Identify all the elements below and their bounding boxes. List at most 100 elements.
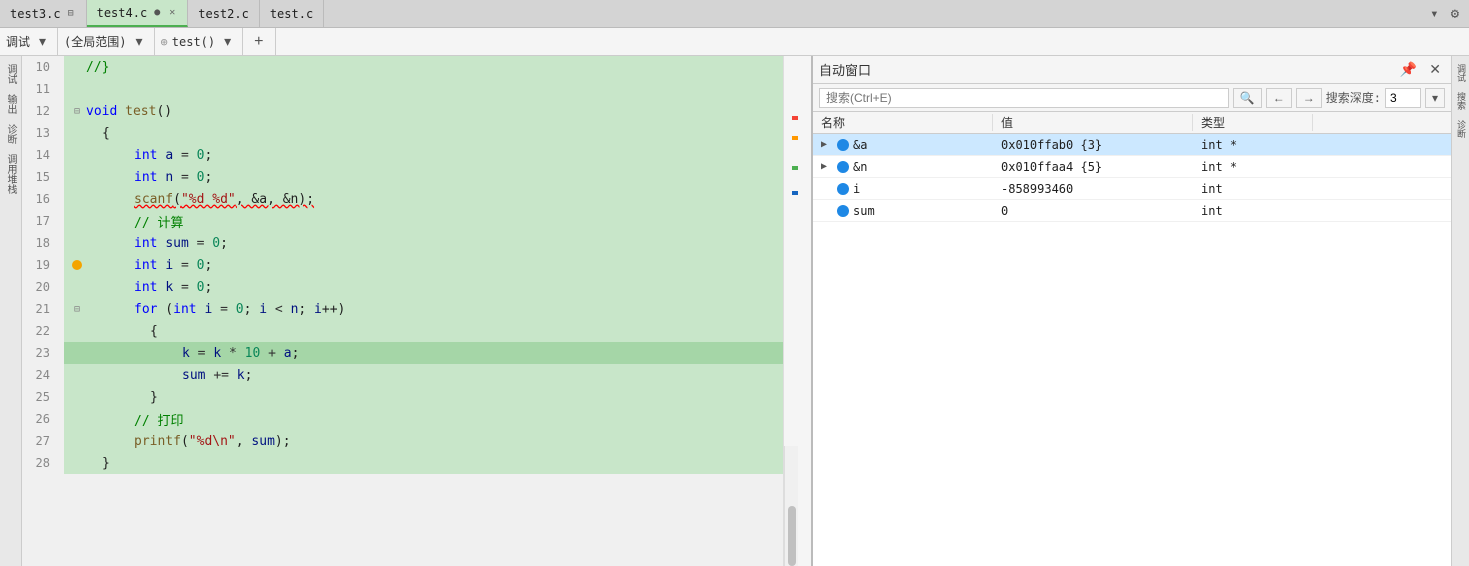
right-edge-icon-1[interactable]: 调试 xyxy=(1452,60,1469,86)
depth-dropdown-btn[interactable]: ▾ xyxy=(1425,88,1445,108)
tab-bar-actions: ▾ ⚙ xyxy=(1426,4,1469,24)
line-numbers: 10 11 12 13 14 15 16 17 18 19 20 21 22 2… xyxy=(22,56,64,566)
col-header-name: 名称 xyxy=(813,114,993,131)
minimap xyxy=(784,56,798,446)
line-num-21: 21 xyxy=(22,298,56,320)
mm-info xyxy=(792,166,798,170)
tab-bar: test3.c ⊟ test4.c ● ✕ test2.c test.c ▾ ⚙ xyxy=(0,0,1469,28)
line-num-17: 17 xyxy=(22,210,56,232)
watch-row-i[interactable]: ▶ i -858993460 int xyxy=(813,178,1451,200)
right-edge-icon-2[interactable]: 搜索 xyxy=(1452,88,1469,114)
code-line-10[interactable]: //} xyxy=(64,56,783,78)
code-line-20[interactable]: int k = 0; xyxy=(64,276,783,298)
watch-cell-sum-type: int xyxy=(1193,204,1313,218)
code-line-15[interactable]: int n = 0; xyxy=(64,166,783,188)
watch-row-sum[interactable]: ▶ sum 0 int xyxy=(813,200,1451,222)
func-label: test() xyxy=(172,35,215,49)
watch-cell-amp-n-type: int * xyxy=(1193,160,1313,174)
code-line-13[interactable]: { xyxy=(64,122,783,144)
watch-icon-i xyxy=(837,183,849,195)
watch-cell-sum-name: ▶ sum xyxy=(813,204,993,218)
scope-dropdown[interactable]: ▾ xyxy=(131,31,148,52)
code-line-25[interactable]: } xyxy=(64,386,783,408)
watch-cell-amp-a-name: ▶ &a xyxy=(813,138,993,152)
search-icon-btn[interactable]: 🔍 xyxy=(1233,88,1262,108)
main-area: 调试 输出 诊断 调用堆栈 10 11 12 13 14 15 16 17 18… xyxy=(0,56,1469,566)
sidebar-diag-icon[interactable]: 诊断 xyxy=(1,120,20,148)
code-line-22[interactable]: { xyxy=(64,320,783,342)
search-input[interactable] xyxy=(819,88,1229,108)
code-line-12[interactable]: ⊟ void test () xyxy=(64,100,783,122)
debug-section: 调试 ▾ xyxy=(0,28,58,55)
sidebar-output-icon[interactable]: 输出 xyxy=(1,90,20,118)
scope-label: (全局范围) xyxy=(64,33,126,50)
watch-cell-i-val: -858993460 xyxy=(993,182,1193,196)
watch-pin-btn[interactable]: 📌 xyxy=(1396,60,1421,79)
scroll-thumb[interactable] xyxy=(788,506,796,566)
scrollbar-area xyxy=(783,56,811,566)
line-num-22: 22 xyxy=(22,320,56,342)
tab-test3-label: test3.c xyxy=(10,7,61,21)
watch-cell-amp-n-name: ▶ &n xyxy=(813,160,993,174)
code-line-24[interactable]: sum += k; xyxy=(64,364,783,386)
debug-dropdown[interactable]: ▾ xyxy=(34,31,51,52)
watch-table-body: ▶ &a 0x010ffab0 {3} int * ▶ &n 0x010ffaa… xyxy=(813,134,1451,566)
watch-icon-amp-a xyxy=(837,139,849,151)
nav-forward-btn[interactable]: → xyxy=(1296,88,1322,108)
expand-arrow-amp-a[interactable]: ▶ xyxy=(821,139,833,150)
breakpoint-19 xyxy=(72,260,82,270)
expand-arrow-amp-n[interactable]: ▶ xyxy=(821,161,833,172)
tab-test4-close[interactable]: ✕ xyxy=(167,6,177,19)
code-content[interactable]: //} ⊟ void test () { xyxy=(64,56,783,566)
line-num-11: 11 xyxy=(22,78,56,100)
code-line-21[interactable]: ⊟ for (int i = 0; i < n; i++) xyxy=(64,298,783,320)
watch-row-amp-n[interactable]: ▶ &n 0x010ffaa4 {5} int * xyxy=(813,156,1451,178)
line-num-27: 27 xyxy=(22,430,56,452)
watch-close-btn[interactable]: ✕ xyxy=(1425,60,1445,79)
fold-icon-21[interactable]: ⊟ xyxy=(74,304,80,315)
watch-cell-amp-a-type: int * xyxy=(1193,138,1313,152)
code-line-28[interactable]: } xyxy=(64,452,783,474)
line-num-24: 24 xyxy=(22,364,56,386)
watch-title: 自动窗口 xyxy=(819,60,1392,79)
tab-test[interactable]: test.c xyxy=(260,0,324,27)
sidebar-callstack-icon[interactable]: 调用堆栈 xyxy=(1,150,20,198)
code-line-17[interactable]: // 计算 xyxy=(64,210,783,232)
code-line-11[interactable] xyxy=(64,78,783,100)
sidebar-debug-icon[interactable]: 调试 xyxy=(1,60,20,88)
line-num-26: 26 xyxy=(22,408,56,430)
code-line-14[interactable]: int a = 0; xyxy=(64,144,783,166)
code-line-23[interactable]: k = k * 10 + a; xyxy=(64,342,783,364)
tab-settings-icon[interactable]: ⚙ xyxy=(1447,4,1463,24)
scroll-track[interactable] xyxy=(784,446,798,566)
code-line-27[interactable]: printf("%d\n", sum); xyxy=(64,430,783,452)
func-dropdown[interactable]: ▾ xyxy=(219,31,236,52)
fold-icon-12[interactable]: ⊟ xyxy=(74,106,80,117)
debug-label: 调试 xyxy=(6,33,30,50)
tab-test2[interactable]: test2.c xyxy=(188,0,260,27)
code-line-18[interactable]: int sum = 0; xyxy=(64,232,783,254)
tab-test3[interactable]: test3.c ⊟ xyxy=(0,0,87,27)
mm-warn xyxy=(792,136,798,140)
col-header-value: 值 xyxy=(993,114,1193,131)
add-btn[interactable]: + xyxy=(249,31,268,53)
right-edge-icon-3[interactable]: 诊断 xyxy=(1452,116,1469,142)
left-sidebar: 调试 输出 诊断 调用堆栈 xyxy=(0,56,22,566)
tab-dropdown-icon[interactable]: ▾ xyxy=(1426,4,1442,24)
tab-test-label: test.c xyxy=(270,7,313,21)
nav-back-btn[interactable]: ← xyxy=(1266,88,1292,108)
scope-section: (全局范围) ▾ xyxy=(58,28,154,55)
watch-row-amp-a[interactable]: ▶ &a 0x010ffab0 {3} int * xyxy=(813,134,1451,156)
bp-col-12: ⊟ xyxy=(68,106,86,117)
tab-test2-label: test2.c xyxy=(198,7,249,21)
editor-panel: 10 11 12 13 14 15 16 17 18 19 20 21 22 2… xyxy=(22,56,811,566)
code-line-19[interactable]: int i = 0; xyxy=(64,254,783,276)
search-depth-input[interactable] xyxy=(1385,88,1421,108)
tab-test4[interactable]: test4.c ● ✕ xyxy=(87,0,189,27)
line-num-28: 28 xyxy=(22,452,56,474)
bp-col-19 xyxy=(68,260,86,270)
tab-test3-close[interactable]: ⊟ xyxy=(66,7,76,20)
line-num-14: 14 xyxy=(22,144,56,166)
code-line-26[interactable]: // 打印 xyxy=(64,408,783,430)
code-line-16[interactable]: scanf("%d %d", &a, &n); xyxy=(64,188,783,210)
